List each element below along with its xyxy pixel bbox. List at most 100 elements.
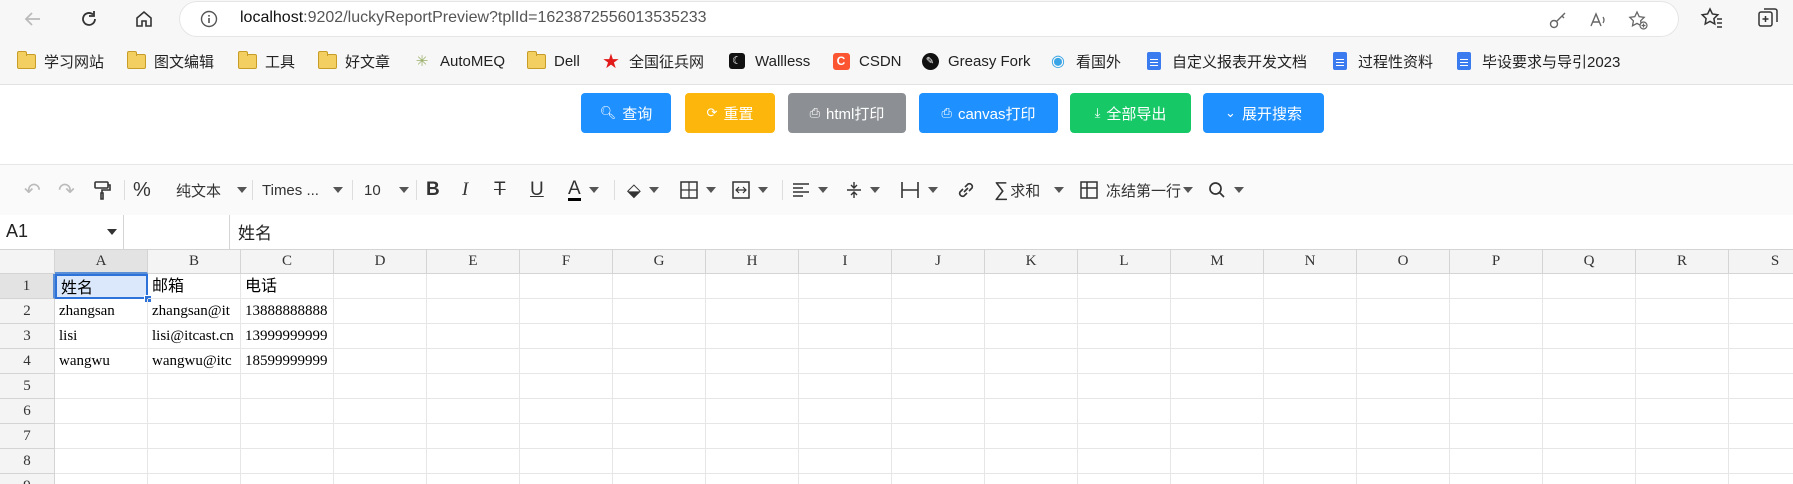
cell-a6[interactable] bbox=[55, 399, 148, 424]
cell-s3[interactable] bbox=[1729, 324, 1793, 349]
cell-g5[interactable] bbox=[613, 374, 706, 399]
cell-p9[interactable] bbox=[1450, 474, 1543, 484]
bookmark-item[interactable]: ✳ AutoMEQ bbox=[412, 50, 505, 72]
cell-i7[interactable] bbox=[799, 424, 892, 449]
cell-e8[interactable] bbox=[427, 449, 520, 474]
cell-o8[interactable] bbox=[1357, 449, 1450, 474]
cell-d9[interactable] bbox=[334, 474, 427, 484]
cell-q7[interactable] bbox=[1543, 424, 1636, 449]
cell-s9[interactable] bbox=[1729, 474, 1793, 484]
cell-h8[interactable] bbox=[706, 449, 799, 474]
cell-r4[interactable] bbox=[1636, 349, 1729, 374]
row-header-8[interactable]: 8 bbox=[0, 449, 55, 474]
cell-p3[interactable] bbox=[1450, 324, 1543, 349]
cell-g9[interactable] bbox=[613, 474, 706, 484]
column-header-i[interactable]: I bbox=[799, 250, 892, 274]
cell-e5[interactable] bbox=[427, 374, 520, 399]
cell-r9[interactable] bbox=[1636, 474, 1729, 484]
cell-i8[interactable] bbox=[799, 449, 892, 474]
spreadsheet-grid[interactable]: A B C D E F G H I J K L M N O P Q R S 1 姓名 邮箱 电话 2 zhangsan zhang… bbox=[0, 250, 1793, 484]
cell-s6[interactable] bbox=[1729, 399, 1793, 424]
cell-c6[interactable] bbox=[241, 399, 334, 424]
cell-s1[interactable] bbox=[1729, 274, 1793, 299]
cell-a4[interactable]: wangwu bbox=[55, 349, 148, 374]
cell-i5[interactable] bbox=[799, 374, 892, 399]
cell-f3[interactable] bbox=[520, 324, 613, 349]
cell-p2[interactable] bbox=[1450, 299, 1543, 324]
cell-m8[interactable] bbox=[1171, 449, 1264, 474]
bookmark-item[interactable]: Dell bbox=[526, 50, 580, 72]
cell-o4[interactable] bbox=[1357, 349, 1450, 374]
cell-i9[interactable] bbox=[799, 474, 892, 484]
cell-c2[interactable]: 13888888888 bbox=[241, 299, 334, 324]
cell-e9[interactable] bbox=[427, 474, 520, 484]
cell-f8[interactable] bbox=[520, 449, 613, 474]
cell-f7[interactable] bbox=[520, 424, 613, 449]
row-header-7[interactable]: 7 bbox=[0, 424, 55, 449]
cell-m7[interactable] bbox=[1171, 424, 1264, 449]
bookmark-item[interactable]: 学习网站 bbox=[16, 50, 104, 72]
column-header-q[interactable]: Q bbox=[1543, 250, 1636, 274]
row-header-1[interactable]: 1 bbox=[0, 274, 55, 299]
cell-j2[interactable] bbox=[892, 299, 985, 324]
cell-n1[interactable] bbox=[1264, 274, 1357, 299]
cell-p7[interactable] bbox=[1450, 424, 1543, 449]
cell-g1[interactable] bbox=[613, 274, 706, 299]
cell-n3[interactable] bbox=[1264, 324, 1357, 349]
number-format-dropdown[interactable]: 纯文本 bbox=[176, 177, 248, 203]
cell-h1[interactable] bbox=[706, 274, 799, 299]
cell-m6[interactable] bbox=[1171, 399, 1264, 424]
vertical-align-icon[interactable] bbox=[846, 177, 880, 203]
cell-l4[interactable] bbox=[1078, 349, 1171, 374]
bookmark-item[interactable]: C CSDN bbox=[831, 50, 902, 72]
cell-h7[interactable] bbox=[706, 424, 799, 449]
cell-j9[interactable] bbox=[892, 474, 985, 484]
cell-n5[interactable] bbox=[1264, 374, 1357, 399]
cell-r6[interactable] bbox=[1636, 399, 1729, 424]
cell-b2[interactable]: zhangsan@it bbox=[148, 299, 241, 324]
redo-icon[interactable]: ↷ bbox=[58, 177, 75, 203]
cell-o6[interactable] bbox=[1357, 399, 1450, 424]
cell-n8[interactable] bbox=[1264, 449, 1357, 474]
info-icon[interactable] bbox=[200, 10, 218, 28]
read-aloud-icon[interactable] bbox=[1588, 10, 1608, 30]
cell-g6[interactable] bbox=[613, 399, 706, 424]
cell-s8[interactable] bbox=[1729, 449, 1793, 474]
column-header-m[interactable]: M bbox=[1171, 250, 1264, 274]
cell-m4[interactable] bbox=[1171, 349, 1264, 374]
cell-d8[interactable] bbox=[334, 449, 427, 474]
cell-m1[interactable] bbox=[1171, 274, 1264, 299]
cell-i6[interactable] bbox=[799, 399, 892, 424]
cell-f6[interactable] bbox=[520, 399, 613, 424]
cell-k2[interactable] bbox=[985, 299, 1078, 324]
cell-f4[interactable] bbox=[520, 349, 613, 374]
key-icon[interactable] bbox=[1548, 10, 1568, 30]
cell-k3[interactable] bbox=[985, 324, 1078, 349]
cell-o9[interactable] bbox=[1357, 474, 1450, 484]
row-header-3[interactable]: 3 bbox=[0, 324, 55, 349]
cell-q5[interactable] bbox=[1543, 374, 1636, 399]
cell-p4[interactable] bbox=[1450, 349, 1543, 374]
column-header-b[interactable]: B bbox=[148, 250, 241, 274]
cell-j1[interactable] bbox=[892, 274, 985, 299]
column-header-d[interactable]: D bbox=[334, 250, 427, 274]
cell-n9[interactable] bbox=[1264, 474, 1357, 484]
cell-r5[interactable] bbox=[1636, 374, 1729, 399]
cell-r3[interactable] bbox=[1636, 324, 1729, 349]
cell-c1[interactable]: 电话 bbox=[241, 274, 334, 299]
row-header-4[interactable]: 4 bbox=[0, 349, 55, 374]
cell-a7[interactable] bbox=[55, 424, 148, 449]
cell-h3[interactable] bbox=[706, 324, 799, 349]
cell-q6[interactable] bbox=[1543, 399, 1636, 424]
text-color-icon[interactable]: A bbox=[568, 177, 599, 203]
reset-button[interactable]: ⟳ 重置 bbox=[685, 93, 775, 133]
column-header-o[interactable]: O bbox=[1357, 250, 1450, 274]
column-header-g[interactable]: G bbox=[613, 250, 706, 274]
cell-n2[interactable] bbox=[1264, 299, 1357, 324]
row-header-5[interactable]: 5 bbox=[0, 374, 55, 399]
cell-q4[interactable] bbox=[1543, 349, 1636, 374]
cell-d5[interactable] bbox=[334, 374, 427, 399]
cell-p5[interactable] bbox=[1450, 374, 1543, 399]
cell-q9[interactable] bbox=[1543, 474, 1636, 484]
cell-l8[interactable] bbox=[1078, 449, 1171, 474]
